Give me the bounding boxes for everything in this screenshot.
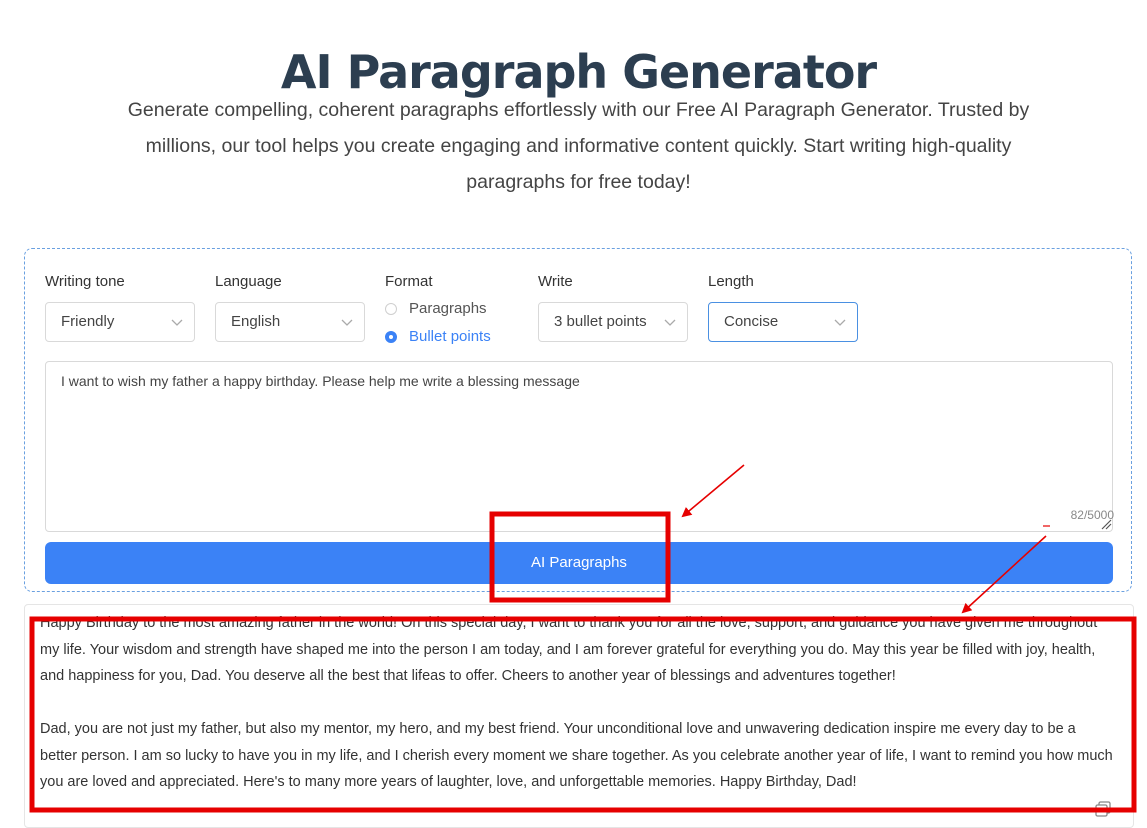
prompt-text: I want to wish my father a happy birthda… bbox=[61, 373, 580, 389]
tone-select[interactable]: Friendly bbox=[45, 302, 195, 342]
chevron-down-icon bbox=[664, 319, 676, 326]
chevron-down-icon bbox=[171, 319, 183, 326]
length-select[interactable]: Concise bbox=[708, 302, 858, 342]
write-select[interactable]: 3 bullet points bbox=[538, 302, 688, 342]
output-paragraph: Happy Birthday to the most amazing fathe… bbox=[40, 615, 1098, 684]
length-value: Concise bbox=[724, 313, 779, 330]
chevron-down-icon bbox=[834, 319, 846, 326]
generate-button[interactable]: AI Paragraphs bbox=[45, 542, 1113, 584]
copy-icon[interactable] bbox=[1094, 800, 1112, 818]
prompt-textarea[interactable]: I want to wish my father a happy birthda… bbox=[45, 361, 1113, 532]
language-label: Language bbox=[215, 273, 282, 290]
chevron-down-icon bbox=[341, 319, 353, 326]
language-value: English bbox=[231, 313, 281, 330]
tone-label: Writing tone bbox=[45, 273, 125, 290]
output-paragraph: Dad, you are not just my father, but als… bbox=[40, 721, 1113, 790]
resize-handle-icon[interactable] bbox=[1100, 518, 1112, 530]
tone-value: Friendly bbox=[61, 313, 115, 330]
format-label: Format bbox=[385, 273, 433, 290]
format-option-paragraphs[interactable]: Paragraphs bbox=[385, 300, 525, 322]
format-option-label: Bullet points bbox=[409, 328, 491, 345]
language-select[interactable]: English bbox=[215, 302, 365, 342]
radio-selected-icon bbox=[385, 331, 397, 343]
format-option-bullet-points[interactable]: Bullet points bbox=[385, 328, 525, 350]
write-value: 3 bullet points bbox=[554, 313, 647, 330]
page-subtitle: Generate compelling, coherent paragraphs… bbox=[127, 99, 1030, 193]
output-text: Happy Birthday to the most amazing fathe… bbox=[40, 610, 1115, 822]
format-option-label: Paragraphs bbox=[409, 300, 487, 317]
radio-icon bbox=[385, 303, 397, 315]
page-title: AI Paragraph Generator bbox=[280, 44, 877, 99]
length-label: Length bbox=[708, 273, 754, 290]
write-label: Write bbox=[538, 273, 573, 290]
